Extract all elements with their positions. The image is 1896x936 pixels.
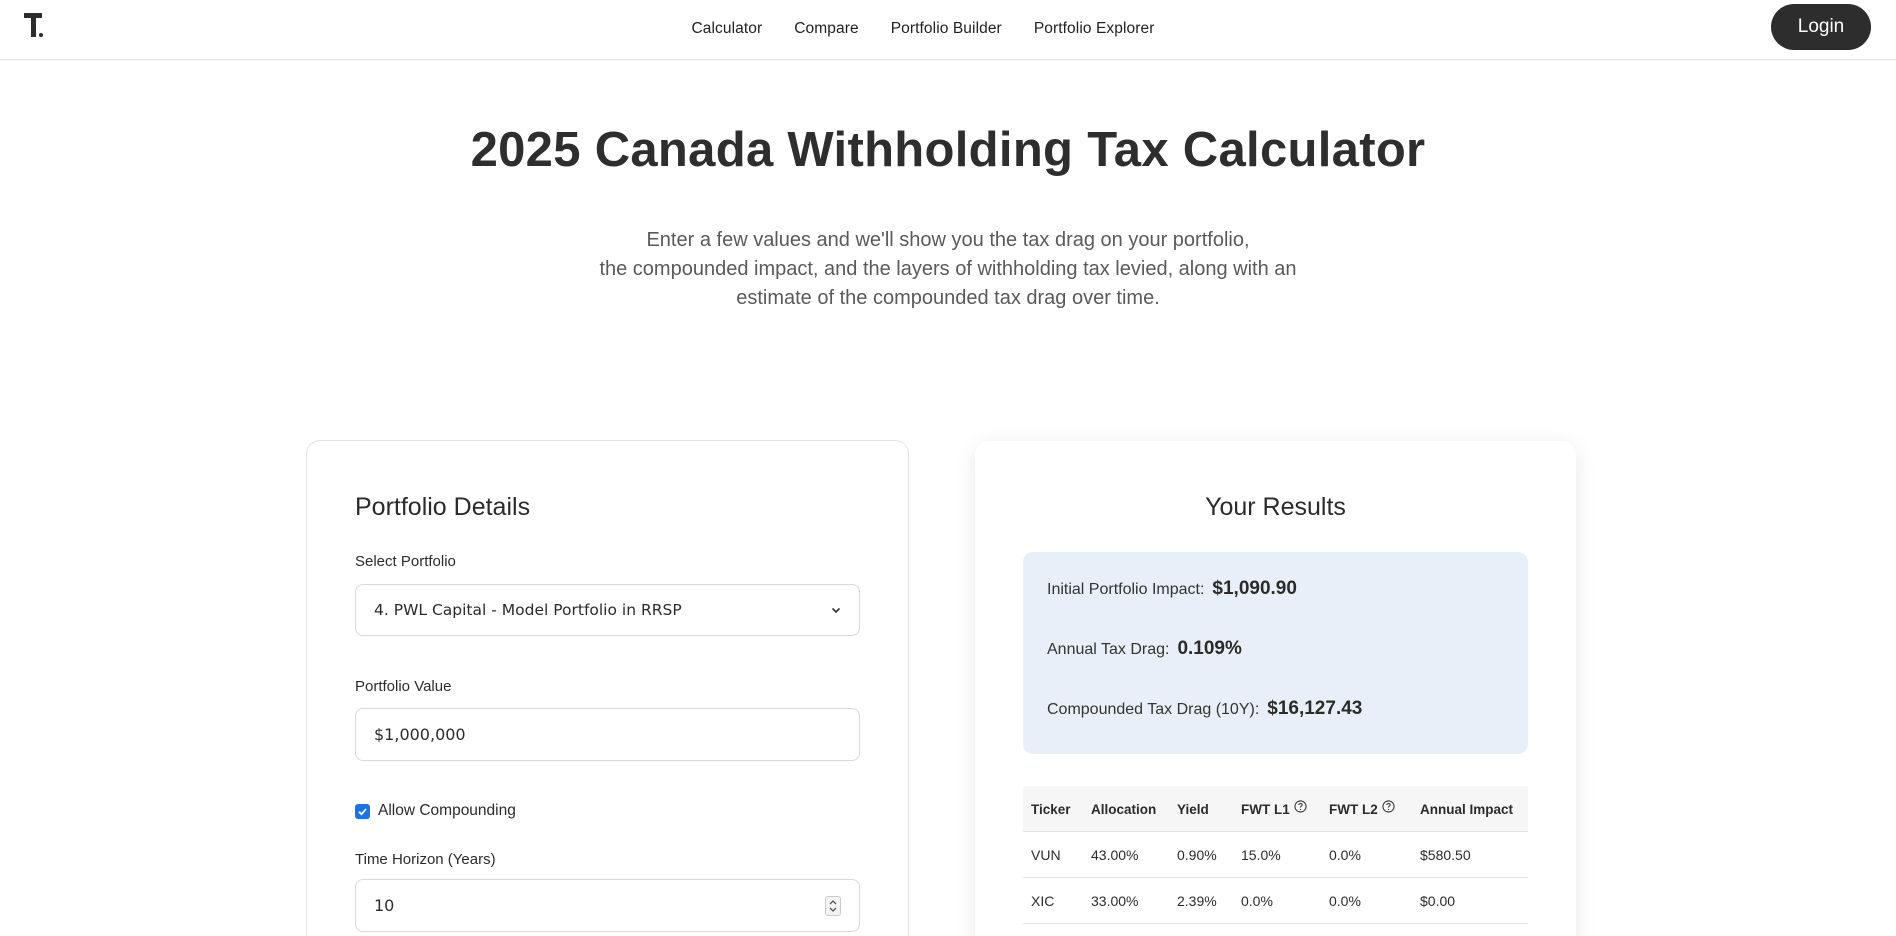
nav-link-compare[interactable]: Compare [794, 20, 858, 38]
allow-compounding-label[interactable]: Allow Compounding [378, 802, 516, 820]
cell-annual-impact: $0.00 [1420, 893, 1456, 909]
cell-yield: 2.39% [1177, 893, 1217, 909]
nav-link-calculator[interactable]: Calculator [691, 20, 762, 38]
nav-link-portfolio-builder[interactable]: Portfolio Builder [891, 20, 1002, 38]
table-row: VUN 43.00% 0.90% 15.0% 0.0% $580.50 [1023, 832, 1528, 878]
top-navbar: Calculator Compare Portfolio Builder Por… [0, 0, 1896, 60]
results-card: Your Results Initial Portfolio Impact: $… [975, 441, 1576, 936]
cell-fwt-l2: 0.0% [1329, 893, 1361, 909]
compounded-drag-label: Compounded Tax Drag (10Y): [1047, 701, 1260, 718]
subtitle-line-3: estimate of the compounded tax drag over… [736, 287, 1160, 309]
portfolio-details-card: Portfolio Details Select Portfolio 4. PW… [306, 440, 909, 936]
page-subtitle: Enter a few values and we'll show you th… [548, 226, 1348, 313]
table-header: Ticker Allocation Yield FWT L1 FWT L2 An… [1023, 786, 1528, 832]
header-fwt-l1: FWT L1 [1241, 786, 1307, 832]
help-circle-icon[interactable] [1294, 799, 1307, 813]
annual-drag-label: Annual Tax Drag: [1047, 641, 1170, 658]
header-ticker: Ticker [1031, 801, 1071, 817]
allow-compounding-row: Allow Compounding [355, 802, 516, 820]
portfolio-value-label: Portfolio Value [355, 678, 452, 695]
cell-annual-impact: $580.50 [1420, 847, 1471, 863]
header-yield: Yield [1177, 801, 1209, 817]
allow-compounding-checkbox[interactable] [355, 803, 370, 819]
nav-link-portfolio-explorer[interactable]: Portfolio Explorer [1034, 20, 1155, 38]
results-summary: Initial Portfolio Impact: $1,090.90 Annu… [1023, 552, 1528, 754]
select-portfolio-label: Select Portfolio [355, 553, 456, 570]
compounded-drag-row: Compounded Tax Drag (10Y): $16,127.43 [1047, 698, 1362, 720]
time-horizon-label: Time Horizon (Years) [355, 851, 496, 868]
results-title: Your Results [1205, 493, 1346, 521]
subtitle-line-1: Enter a few values and we'll show you th… [646, 229, 1250, 251]
check-icon [358, 807, 367, 816]
annual-drag-value: 0.109% [1177, 638, 1242, 659]
portfolio-select-value: 4. PWL Capital - Model Portfolio in RRSP [374, 601, 682, 619]
initial-impact-row: Initial Portfolio Impact: $1,090.90 [1047, 578, 1297, 600]
stepper-arrows-icon [829, 900, 837, 912]
annual-drag-row: Annual Tax Drag: 0.109% [1047, 638, 1242, 660]
subtitle-line-2: the compounded impact, and the layers of… [599, 258, 1297, 280]
cell-allocation: 43.00% [1091, 847, 1139, 863]
help-circle-icon[interactable] [1382, 799, 1395, 813]
cell-fwt-l1: 0.0% [1241, 893, 1273, 909]
portfolio-select[interactable]: 4. PWL Capital - Model Portfolio in RRSP [355, 584, 860, 636]
header-annual-impact: Annual Impact [1420, 801, 1514, 817]
initial-impact-value: $1,090.90 [1212, 578, 1297, 599]
cell-ticker: XIC [1031, 893, 1055, 909]
header-allocation: Allocation [1091, 801, 1157, 817]
cell-fwt-l2: 0.0% [1329, 847, 1361, 863]
portfolio-value-input[interactable]: $1,000,000 [355, 708, 860, 761]
cell-fwt-l1: 15.0% [1241, 847, 1281, 863]
header-fwt-l2-label: FWT L2 [1329, 801, 1378, 817]
time-horizon-value: 10 [374, 896, 395, 915]
time-horizon-input[interactable]: 10 [355, 879, 860, 932]
compounded-drag-value: $16,127.43 [1267, 698, 1363, 719]
cell-yield: 0.90% [1177, 847, 1217, 863]
page-title: 2025 Canada Withholding Tax Calculator [470, 123, 1426, 177]
header-fwt-l1-label: FWT L1 [1241, 801, 1290, 817]
nav-links: Calculator Compare Portfolio Builder Por… [0, 0, 1896, 57]
cell-allocation: 33.00% [1091, 893, 1139, 909]
number-stepper[interactable] [825, 896, 841, 916]
results-table: Ticker Allocation Yield FWT L1 FWT L2 An… [1023, 786, 1528, 924]
cell-ticker: VUN [1031, 847, 1061, 863]
header-fwt-l2: FWT L2 [1329, 786, 1395, 832]
portfolio-value-text: $1,000,000 [374, 725, 466, 744]
initial-impact-label: Initial Portfolio Impact: [1047, 581, 1205, 598]
chevron-down-icon [831, 607, 841, 614]
login-button[interactable]: Login [1771, 4, 1871, 50]
table-row: XIC 33.00% 2.39% 0.0% 0.0% $0.00 [1023, 878, 1528, 924]
portfolio-details-title: Portfolio Details [355, 493, 531, 521]
